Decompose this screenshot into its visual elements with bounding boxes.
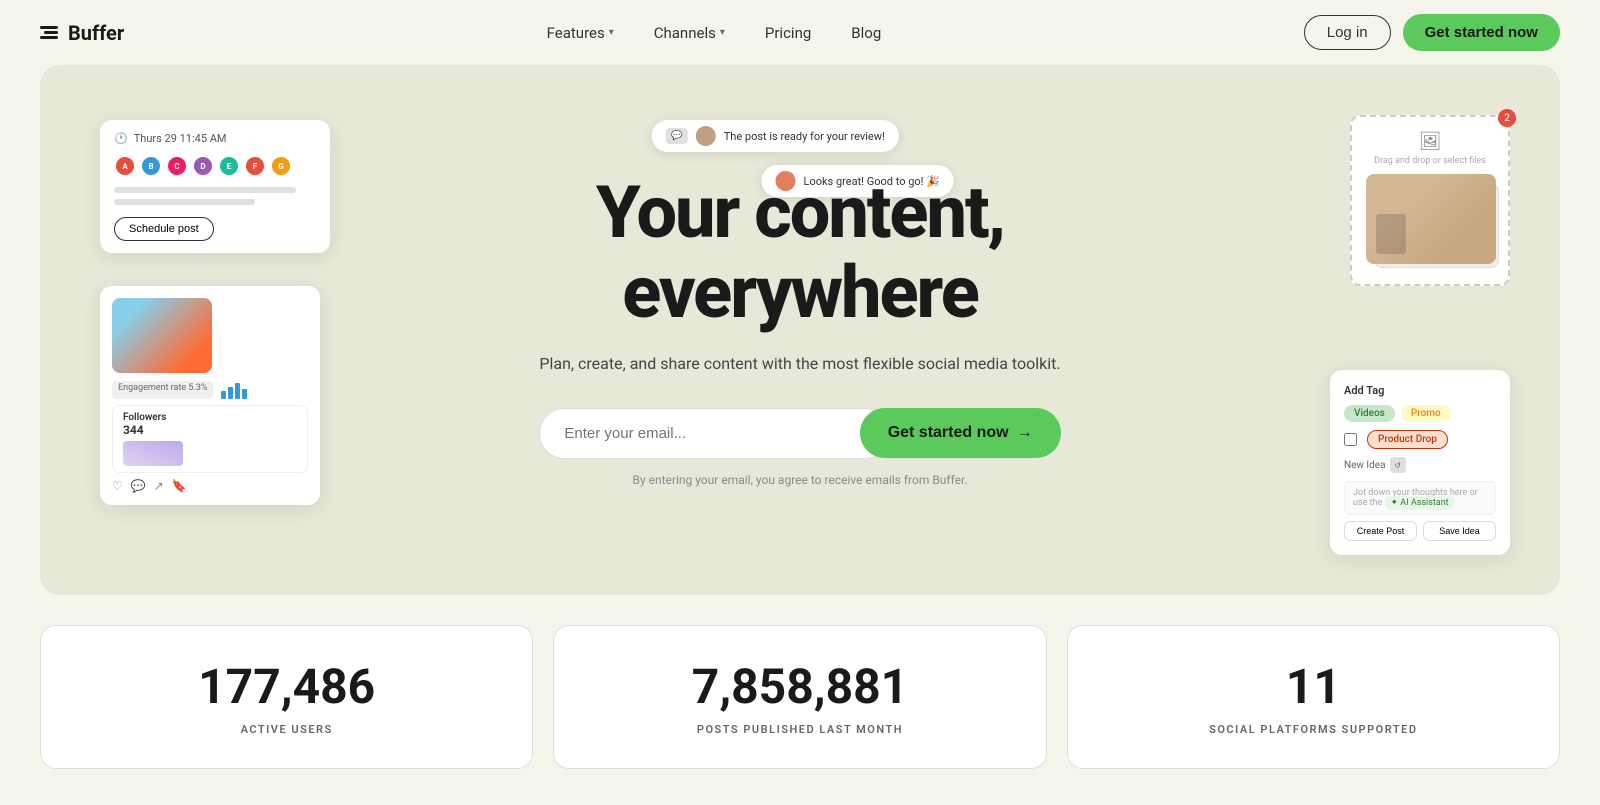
navbar: Buffer Features ▾ Channels ▾ Pricing Blo… — [0, 0, 1600, 65]
avatar: B — [140, 155, 162, 177]
drag-drop-widget: 🖼 Drag and drop or select files 2 — [1350, 115, 1510, 292]
line-placeholder — [114, 199, 255, 205]
nav-center: Features ▾ Channels ▾ Pricing Blog — [531, 16, 898, 50]
heart-icon: ♡ — [112, 479, 123, 493]
avatar: C — [166, 155, 188, 177]
followers-label: Followers — [123, 412, 297, 423]
nav-blog[interactable]: Blog — [835, 16, 897, 50]
followers-count: 344 — [123, 423, 297, 437]
logo[interactable]: Buffer — [40, 21, 124, 45]
stat-label-posts: POSTS PUBLISHED LAST MONTH — [578, 723, 1021, 736]
followers-box: Followers 344 — [112, 405, 308, 473]
social-stats-widget: Engagement rate 5.3% Followers 344 ♡ 💬 ↗… — [100, 286, 320, 505]
clock-icon: 🕐 — [114, 132, 128, 145]
email-input[interactable] — [539, 408, 889, 459]
product-drop-checkbox[interactable] — [1344, 430, 1357, 449]
videos-tag[interactable]: Videos — [1344, 405, 1395, 422]
schedule-time: 🕐 Thurs 29 11:45 AM — [114, 132, 316, 145]
tag-row-2: Product Drop — [1344, 430, 1496, 449]
idea-icon: ↺ — [1390, 457, 1406, 473]
avatar-row: A B C D E F G — [114, 155, 316, 177]
social-image — [112, 298, 212, 373]
new-idea-label: New Idea — [1344, 460, 1386, 471]
drag-drop-text: Drag and drop or select files — [1366, 156, 1494, 166]
new-idea-row: New Idea ↺ — [1344, 457, 1496, 473]
logo-text: Buffer — [68, 21, 124, 45]
stat-card-users: 177,486 ACTIVE USERS — [40, 625, 533, 769]
drag-image-preview — [1366, 174, 1496, 264]
line-placeholder — [114, 187, 296, 193]
avatar: D — [192, 155, 214, 177]
followers-chart — [123, 441, 183, 466]
engagement-stat: Engagement rate 5.3% — [112, 381, 213, 399]
review-bubble-1: 💬 The post is ready for your review! — [652, 120, 899, 152]
nav-pricing[interactable]: Pricing — [749, 16, 827, 50]
nav-right: Log in Get started now — [1304, 14, 1560, 51]
hero-section: 🕐 Thurs 29 11:45 AM A B C D E F G Schedu… — [40, 65, 1560, 595]
stat-card-posts: 7,858,881 POSTS PUBLISHED LAST MONTH — [553, 625, 1046, 769]
drag-badge: 2 — [1498, 109, 1516, 127]
bookmark-icon: 🔖 — [172, 479, 187, 493]
create-post-button[interactable]: Create Post — [1344, 521, 1417, 541]
stat-label-users: ACTIVE USERS — [65, 723, 508, 736]
comment-icon: 💬 — [131, 479, 146, 493]
schedule-post-widget: 🕐 Thurs 29 11:45 AM A B C D E F G Schedu… — [100, 120, 330, 253]
stat-number-posts: 7,858,881 — [578, 658, 1021, 715]
stat-card-platforms: 11 SOCIAL PLATFORMS SUPPORTED — [1067, 625, 1560, 769]
hero-title: Your content, everywhere — [539, 173, 1060, 331]
bar-chart — [221, 381, 247, 399]
drag-drop-area[interactable]: 🖼 Drag and drop or select files 2 — [1350, 115, 1510, 286]
hero-subtitle: Plan, create, and share content with the… — [539, 352, 1060, 376]
avatar: G — [270, 155, 292, 177]
avatar: A — [114, 155, 136, 177]
promo-tag[interactable]: Promo — [1401, 405, 1451, 422]
add-tag-widget: Add Tag Videos Promo Product Drop New Id… — [1330, 370, 1510, 555]
product-drop-tag[interactable]: Product Drop — [1367, 430, 1448, 449]
hero-cta-row: Get started now → — [539, 408, 1060, 459]
stat-number-users: 177,486 — [65, 658, 508, 715]
save-idea-button[interactable]: Save Idea — [1423, 521, 1496, 541]
hero-content: Your content, everywhere Plan, create, a… — [539, 173, 1060, 486]
chevron-down-icon: ▾ — [720, 27, 725, 38]
avatar: E — [218, 155, 240, 177]
schedule-post-button[interactable]: Schedule post — [114, 217, 214, 241]
get-started-nav-button[interactable]: Get started now — [1403, 14, 1560, 51]
ai-assistant-badge[interactable]: ✦ AI Assistant — [1385, 496, 1455, 510]
hero-disclaimer: By entering your email, you agree to rec… — [539, 473, 1060, 487]
arrow-icon: → — [1017, 424, 1033, 442]
social-stats-row: Engagement rate 5.3% — [112, 381, 308, 399]
login-button[interactable]: Log in — [1304, 15, 1391, 50]
avatar: F — [244, 155, 266, 177]
jot-textarea: Jot down your thoughts here or use the ✦… — [1344, 481, 1496, 515]
share-icon: ↗ — [154, 479, 164, 493]
nav-channels[interactable]: Channels ▾ — [638, 16, 741, 50]
stat-number-platforms: 11 — [1092, 658, 1535, 715]
image-icon: 🖼 — [1366, 131, 1494, 152]
tag-row: Videos Promo — [1344, 405, 1496, 422]
buffer-logo-icon — [40, 26, 58, 39]
stat-label-platforms: SOCIAL PLATFORMS SUPPORTED — [1092, 723, 1535, 736]
add-tag-title: Add Tag — [1344, 384, 1496, 397]
chevron-down-icon: ▾ — [609, 27, 614, 38]
reviewer-avatar — [696, 126, 716, 146]
tag-footer: Create Post Save Idea — [1344, 521, 1496, 541]
nav-features[interactable]: Features ▾ — [531, 16, 630, 50]
image-element — [1376, 214, 1406, 254]
stats-section: 177,486 ACTIVE USERS 7,858,881 POSTS PUB… — [40, 625, 1560, 769]
get-started-hero-button[interactable]: Get started now → — [860, 408, 1061, 458]
action-icons-row: ♡ 💬 ↗ 🔖 — [112, 479, 308, 493]
message-icon: 💬 — [666, 128, 688, 144]
